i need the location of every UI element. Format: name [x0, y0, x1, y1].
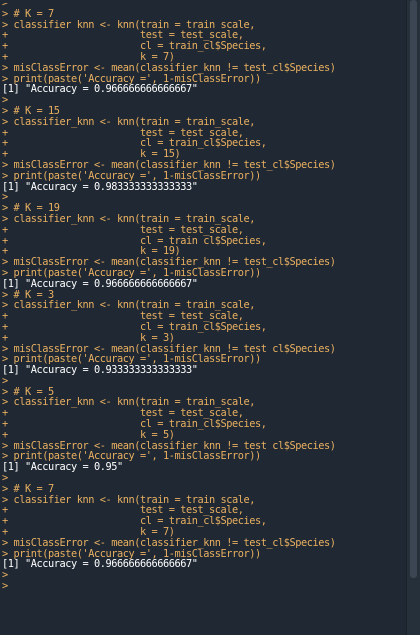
console-command-line: + test = test_scale, [2, 224, 244, 236]
console-command-line: + test = test_scale, [2, 505, 244, 517]
console-command-line: > classifier_knn <- knn(train = train_sc… [2, 116, 255, 128]
console-command-line: + cl = train_cl$Species, [2, 419, 267, 430]
scrollbar-thumb[interactable] [410, 0, 417, 578]
console-command-line: > classifier_knn <- knn(train = train_sc… [2, 494, 255, 506]
console-command-line: > classifier_knn <- knn(train = train_sc… [2, 213, 255, 225]
console-command-line: > classifier_knn <- knn(train = train_sc… [2, 300, 255, 312]
console-command-line: + cl = train_cl$Species, [2, 41, 267, 52]
console-command-line: + test = test_scale, [2, 408, 244, 420]
console-command-line: > print(paste('Accuracy =', 1-misClassEr… [2, 73, 261, 85]
console-command-line: > # K = 5 [2, 386, 54, 398]
console-output-line: [1] "Accuracy = 0.95" [2, 462, 123, 474]
console-output-line: [1] "Accuracy = 0.983333333333333" [2, 181, 198, 193]
console-command-line: + k = 7) [2, 51, 175, 63]
console-command-line: > [2, 473, 14, 484]
console-command-line: > print(paste('Accuracy =', 1-misClassEr… [2, 451, 261, 463]
console-command-line: > # K = 3 [2, 289, 54, 301]
console-command-line: > print(paste('Accuracy =', 1-misClassEr… [2, 170, 261, 182]
console-command-line: + k = 15) [2, 149, 181, 160]
console-command-line: + cl = train_cl$Species, [2, 235, 267, 247]
console-command-line: > # K = 7 [2, 8, 54, 20]
r-console[interactable]: > > # K = 7 > classifier_knn <- knn(train… [0, 0, 420, 635]
console-command-line: + k = 3) [2, 332, 175, 344]
console-command-line: + k = 19) [2, 246, 181, 258]
console-command-line: + test = test_scale, [2, 30, 244, 42]
console-command-line: + k = 5) [2, 429, 175, 441]
console-command-line: > [2, 375, 14, 387]
console-command-line: > classifier_knn <- knn(train = train_sc… [2, 19, 255, 31]
console-top-edge [0, 0, 406, 3]
console-command-line: + k = 7) [2, 527, 175, 538]
console-output-line: [1] "Accuracy = 0.966666666666667" [2, 559, 198, 571]
console-command-line: + cl = train_cl$Species, [2, 321, 267, 333]
console-command-line: + test = test_scale, [2, 127, 244, 139]
console-command-line: > [2, 95, 14, 106]
console-command-line: > [2, 570, 14, 582]
console-command-line: + cl = train_cl$Species, [2, 516, 267, 528]
console-command-line: > # K = 7 [2, 483, 54, 495]
console-command-line: > # K = 19 [2, 203, 60, 214]
console-command-line: > print(paste('Accuracy =', 1-misClassEr… [2, 548, 261, 560]
console-command-line: + test = test_scale, [2, 311, 244, 322]
console-command-line: + cl = train_cl$Species, [2, 138, 267, 150]
console-command-line: > print(paste('Accuracy =', 1-misClassEr… [2, 354, 261, 366]
console-output-line: [1] "Accuracy = 0.933333333333333" [2, 365, 198, 376]
console-command-line: > misClassError <- mean(classifier_knn !… [2, 62, 336, 74]
console-command-line: > misClassError <- mean(classifier_knn !… [2, 343, 336, 355]
console-command-line: > # K = 15 [2, 105, 60, 117]
console-output-line: [1] "Accuracy = 0.966666666666667" [2, 84, 198, 96]
console-command-line: > classifier_knn <- knn(train = train_sc… [2, 397, 255, 409]
console-command-line: > print(paste('Accuracy =', 1-misClassEr… [2, 267, 261, 279]
console-output: > > # K = 7 > classifier_knn <- knn(train… [2, 0, 404, 592]
console-command-line: > misClassError <- mean(classifier_knn !… [2, 537, 336, 549]
console-output-line: [1] "Accuracy = 0.966666666666667" [2, 278, 198, 290]
console-command-line: > misClassError <- mean(classifier_knn !… [2, 440, 336, 452]
console-command-line: > misClassError <- mean(classifier_knn !… [2, 159, 336, 171]
console-command-line: > [2, 192, 14, 204]
console-command-line: > misClassError <- mean(classifier_knn !… [2, 257, 336, 268]
console-scrollbar[interactable] [406, 0, 420, 635]
console-command-line: > [2, 581, 14, 592]
